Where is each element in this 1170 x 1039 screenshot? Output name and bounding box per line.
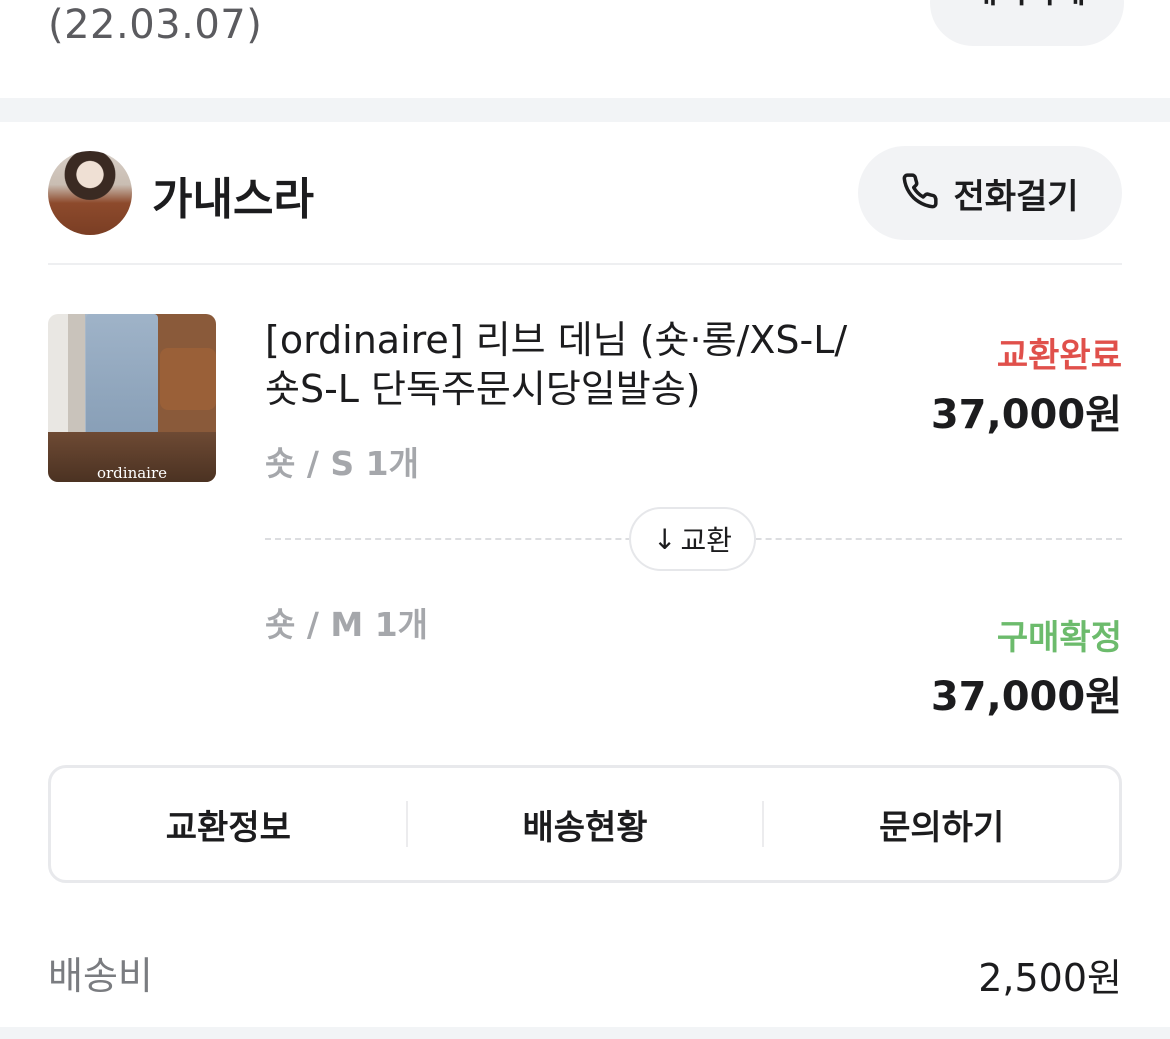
phone-icon — [901, 172, 939, 214]
product-name[interactable]: [ordinaire] 리브 데님 (숏·롱/XS-L/숏S-L 단독주문시당일… — [265, 316, 875, 414]
section-divider — [0, 1027, 1170, 1039]
arrow-down-icon: ↓ — [653, 522, 677, 556]
replacement-price: 37,000원 — [930, 674, 1122, 720]
delivery-status-button[interactable]: 배송현황 — [408, 800, 763, 849]
delete-history-button[interactable]: 내역삭제 — [930, 0, 1124, 46]
original-option: 숏 / S 1개 — [265, 444, 419, 483]
inquiry-button[interactable]: 문의하기 — [764, 800, 1119, 849]
original-status: 교환완료 — [996, 336, 1122, 376]
thumbnail-brand-watermark: ordinaire — [96, 464, 168, 482]
product-thumbnail[interactable]: ordinaire — [48, 314, 216, 482]
section-divider — [0, 98, 1170, 122]
order-detail-page: (22.03.07) 내역삭제 가내스라 전화걸기 ordinaire [ord… — [0, 0, 1170, 1039]
seller-name[interactable]: 가내스라 — [152, 163, 314, 227]
exchange-chip: ↓ 교환 — [629, 507, 756, 571]
shipping-fee-value: 2,500원 — [978, 956, 1122, 1000]
exchange-chip-label: 교환 — [680, 524, 732, 557]
shipping-fee-label: 배송비 — [48, 954, 153, 998]
seller-avatar[interactable] — [48, 151, 132, 235]
order-actions: 교환정보 배송현황 문의하기 — [48, 765, 1122, 883]
call-button[interactable]: 전화걸기 — [858, 146, 1122, 240]
replacement-status: 구매확정 — [996, 618, 1122, 658]
replacement-option: 숏 / M 1개 — [265, 605, 429, 644]
order-date: (22.03.07) — [48, 2, 263, 48]
exchange-info-button[interactable]: 교환정보 — [51, 800, 406, 849]
original-price: 37,000원 — [930, 392, 1122, 438]
call-label: 전화걸기 — [953, 176, 1079, 217]
divider-line — [48, 263, 1122, 265]
